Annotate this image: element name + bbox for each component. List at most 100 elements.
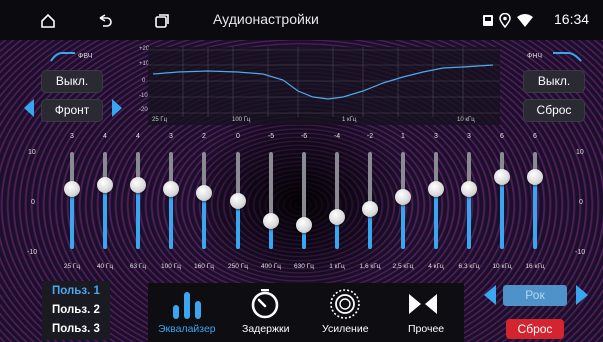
eq-scale-mid-left: 0 [31,199,35,206]
graph-y-label: -10 [139,93,148,99]
band-frequency-label: 4 кГц [428,263,444,270]
band-slider-knob[interactable] [196,185,212,201]
band-slider-track[interactable] [302,152,306,249]
band-slider-fill [533,177,537,249]
band-slider-track[interactable] [103,152,107,249]
band-slider-track[interactable] [467,152,471,249]
band-slider-track[interactable] [169,152,173,249]
nav-other-label: Прочее [408,323,445,335]
user-preset-3[interactable]: Польз. 3 [52,323,100,335]
band-frequency-label: 2,5 кГц [392,263,414,270]
band-slider-knob[interactable] [395,189,411,205]
band-slider-fill [70,189,74,249]
band-value: -4 [333,133,341,140]
band-slider-knob[interactable] [130,177,146,193]
home-icon[interactable] [40,13,56,29]
band-slider-knob[interactable] [527,169,543,185]
band-value: 1 [401,133,405,140]
eq-style-select[interactable]: Рок [503,285,567,306]
band-slider-track[interactable] [335,152,339,249]
user-preset-2[interactable]: Польз. 2 [52,304,100,316]
band-value: 4 [136,133,140,140]
eq-scale-top-left: 10 [28,149,36,156]
band-value: -5 [267,133,275,140]
band-slider-fill [434,189,438,249]
status-bar: Аудионастройки 16:34 [0,0,603,40]
recent-apps-icon[interactable] [154,13,170,29]
eq-scale-bottom-right: -10 [575,249,586,256]
band-slider-knob[interactable] [97,177,113,193]
band-value: 3 [467,133,471,140]
style-prev-arrow[interactable] [484,285,496,305]
nav-delays-label: Задержки [242,323,290,335]
zone-prev-arrow[interactable] [24,99,34,117]
band-frequency-label: 1,6 кГц [359,263,381,270]
band-slider-fill [169,189,173,249]
timer-icon [251,289,279,319]
eq-reset-button[interactable]: Сброс [506,319,564,339]
band-slider-fill [136,185,140,249]
hpf-label: ФВЧ [78,53,93,60]
band-frequency-label: 6,3 кГц [458,263,480,270]
band-slider-knob[interactable] [163,181,179,197]
band-slider-knob[interactable] [362,201,378,217]
band-slider-track[interactable] [533,152,537,249]
equalizer-icon [173,292,201,319]
eq-scale-bottom-left: -10 [27,249,38,256]
band-slider-track[interactable] [434,152,438,249]
band-slider-track[interactable] [136,152,140,249]
user-preset-1[interactable]: Польз. 1 [52,285,100,297]
eq-scale-top-right: 10 [576,149,584,156]
sd-card-icon [483,15,493,26]
graph-y-label: -20 [139,107,148,113]
band-slider-fill [103,185,107,249]
band-frequency-label: 40 Гц [96,263,114,270]
graph-x-label: 10 кГц [457,117,475,123]
band-frequency-label: 400 Гц [261,263,281,270]
band-slider-knob[interactable] [263,213,279,229]
back-icon[interactable] [97,13,113,29]
band-value: 4 [103,133,107,140]
band-frequency-label: 250 Гц [228,263,248,270]
band-slider-knob[interactable] [461,181,477,197]
band-frequency-label: 630 Гц [294,263,314,270]
lpf-reset-button[interactable]: Сброс [523,99,585,122]
band-value: 6 [533,133,537,140]
nav-equalizer-label: Эквалайзер [158,323,216,335]
lpf-label: ФНЧ [527,53,543,60]
graph-x-label: 1 кГц [342,117,357,123]
style-next-arrow[interactable] [576,285,588,305]
band-slider-knob[interactable] [494,169,510,185]
hpf-toggle-button[interactable]: Выкл. [41,70,103,93]
band-slider-track[interactable] [500,152,504,249]
band-slider-track[interactable] [70,152,74,249]
band-slider-knob[interactable] [64,181,80,197]
band-value: 2 [202,133,206,140]
loudness-icon [330,289,360,319]
band-slider-track[interactable] [269,152,273,249]
lpf-toggle-button[interactable]: Выкл. [523,70,585,93]
band-frequency-label: 63 Гц [129,263,147,270]
band-slider-knob[interactable] [329,209,345,225]
band-slider-fill [500,177,504,249]
band-slider-knob[interactable] [296,217,312,233]
band-frequency-label: 16 кГц [525,263,545,270]
band-frequency-label: 10 кГц [492,263,512,270]
band-value: -6 [300,133,308,140]
band-value: 3 [169,133,173,140]
band-frequency-label: 100 Гц [161,263,181,270]
eq-scale-mid-right: 0 [579,199,583,206]
lpf-curve-icon [553,52,582,62]
band-slider-knob[interactable] [428,181,444,197]
zone-select[interactable]: Фронт [41,99,103,122]
band-slider-knob[interactable] [230,193,246,209]
frequency-response-graph [148,47,500,125]
band-value: 0 [236,133,240,140]
wifi-icon [517,14,533,27]
band-slider-fill [202,193,206,249]
bowtie-icon [409,294,437,314]
location-icon [499,13,511,28]
band-slider-fill [467,189,471,249]
zone-next-arrow[interactable] [112,99,122,117]
nav-gain-label: Усиление [322,323,369,335]
